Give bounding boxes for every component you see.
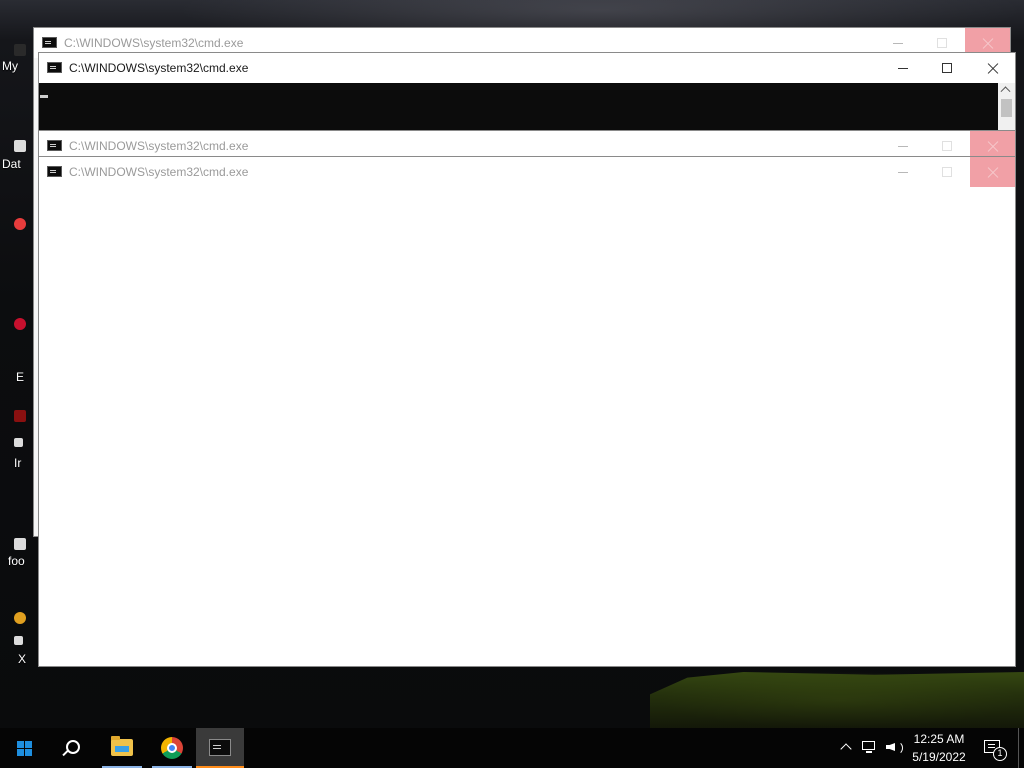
- command-prompt-icon: [47, 62, 62, 73]
- close-button[interactable]: [970, 157, 1015, 187]
- minimize-button[interactable]: [880, 53, 925, 83]
- desktop-icon-label: My: [2, 59, 18, 73]
- command-prompt-icon: [42, 37, 57, 48]
- vertical-scrollbar[interactable]: [998, 83, 1015, 131]
- desktop-icon-label: foo: [8, 554, 25, 568]
- search-button[interactable]: [48, 728, 96, 768]
- window-titlebar[interactable]: C:\WINDOWS\system32\cmd.exe: [39, 53, 1015, 83]
- file-explorer-icon: [111, 736, 133, 756]
- taskbar-command-prompt[interactable]: [196, 728, 244, 768]
- command-prompt-icon: [47, 140, 62, 151]
- cmd-window-4[interactable]: C:\WINDOWS\system32\cmd.exe: [38, 156, 1016, 667]
- show-desktop-button[interactable]: [1018, 728, 1024, 768]
- command-prompt-icon: [209, 739, 231, 756]
- volume-icon[interactable]: [884, 728, 906, 768]
- windows-start-icon: [17, 741, 32, 756]
- desktop-app-icon: [14, 218, 26, 230]
- desktop-icon-label: Ir: [14, 456, 22, 470]
- clock-date: 5/19/2022: [912, 750, 966, 764]
- scroll-up-arrow-icon[interactable]: [1002, 85, 1010, 91]
- taskbar: 12:25 AM 5/19/2022 1: [0, 728, 1024, 768]
- window-title: C:\WINDOWS\system32\cmd.exe: [69, 61, 249, 75]
- clock-time: 12:25 AM: [913, 732, 965, 746]
- desktop-shortcut-icon: [14, 438, 23, 447]
- desktop-shortcut-icon: [14, 538, 26, 550]
- maximize-button[interactable]: [925, 53, 970, 83]
- start-button[interactable]: [0, 728, 48, 768]
- chrome-icon: [161, 737, 183, 759]
- show-hidden-icons-chevron-icon[interactable]: [838, 728, 854, 768]
- command-prompt-icon: [47, 166, 62, 177]
- text-cursor: [40, 95, 48, 98]
- wallpaper-grass: [650, 672, 1024, 728]
- desktop-shortcut-icon: [14, 140, 26, 152]
- window-title: C:\WINDOWS\system32\cmd.exe: [64, 36, 244, 50]
- taskbar-file-explorer[interactable]: [98, 728, 146, 768]
- taskbar-chrome[interactable]: [148, 728, 196, 768]
- cmd-window-2[interactable]: C:\WINDOWS\system32\cmd.exe: [38, 52, 1016, 132]
- notification-count: 1: [993, 747, 1007, 761]
- desktop-shortcut-icon: [14, 636, 23, 645]
- window-title: C:\WINDOWS\system32\cmd.exe: [69, 139, 249, 153]
- console-area[interactable]: [39, 83, 998, 131]
- desktop-app-icon: [14, 318, 26, 330]
- window-title: C:\WINDOWS\system32\cmd.exe: [69, 165, 249, 179]
- desktop-shortcut-icon: [14, 44, 26, 56]
- search-icon: [66, 740, 80, 754]
- desktop-app-icon: [14, 612, 26, 624]
- desktop-app-icon: [14, 410, 26, 422]
- network-icon[interactable]: [860, 728, 880, 768]
- close-button[interactable]: [970, 53, 1015, 83]
- desktop-icon-foo[interactable]: foo: [0, 536, 38, 570]
- desktop-icon-x[interactable]: X: [0, 610, 38, 670]
- maximize-button[interactable]: [925, 157, 970, 187]
- action-center-button[interactable]: 1: [980, 728, 1010, 768]
- scrollbar-thumb[interactable]: [1001, 99, 1012, 117]
- taskbar-clock[interactable]: 12:25 AM 5/19/2022: [908, 728, 970, 768]
- desktop-icon-label: Dat: [2, 157, 21, 171]
- desktop-icon-label: X: [18, 652, 27, 666]
- desktop-icon-label: E: [16, 370, 25, 384]
- window-titlebar[interactable]: C:\WINDOWS\system32\cmd.exe: [39, 157, 1015, 187]
- minimize-button[interactable]: [880, 157, 925, 187]
